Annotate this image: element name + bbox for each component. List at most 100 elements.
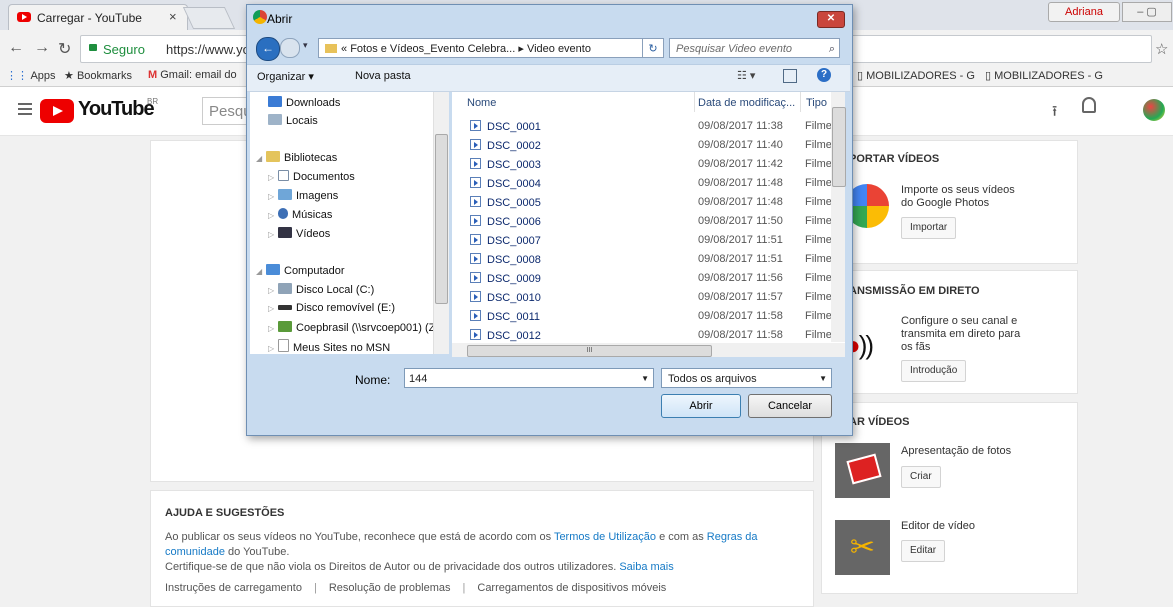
column-separator[interactable] [694,92,695,112]
file-row[interactable]: DSC_0005 [470,196,541,209]
dialog-forward-button[interactable] [280,38,300,58]
upload-instructions-link[interactable]: Instruções de carregamento [165,582,302,594]
mobile-uploads-link[interactable]: Carregamentos de dispositivos móveis [477,582,666,594]
file-list-vscroll-thumb[interactable] [832,107,846,187]
chrome-icon [253,10,267,24]
file-row[interactable]: DSC_0003 [470,158,541,171]
forward-arrow-icon[interactable]: → [34,39,50,57]
breadcrumb-current[interactable]: Video evento [527,43,591,55]
chevron-down-icon[interactable]: ▼ [641,369,649,389]
video-file-icon [470,291,481,302]
bookmark-mobilizadores-1[interactable]: ▯ MOBILIZADORES - G [857,69,975,82]
window-controls[interactable]: – ▢ [1122,2,1172,22]
video-file-icon [470,215,481,226]
file-row[interactable]: DSC_0011 [470,310,540,323]
refresh-icon[interactable]: ↻ [642,38,664,58]
youtube-wordmark[interactable]: YouTube [78,98,155,121]
menu-icon[interactable] [18,103,32,118]
import-card-title: PORTAR VÍDEOS [849,153,940,165]
video-file-icon [470,272,481,283]
intro-button[interactable]: Introdução [901,360,967,382]
nav-scroll-thumb[interactable] [435,134,448,304]
tab-close-icon[interactable]: × [169,9,177,24]
breadcrumb-parent[interactable]: Fotos e Vídeos_Evento Celebra... [350,43,515,55]
organize-button[interactable]: Organizar ▾ [257,70,314,83]
youtube-logo-icon[interactable] [40,99,74,123]
file-type-select[interactable]: Todos os arquivos ▼ [661,368,832,388]
dialog-close-button[interactable]: ✕ [817,11,845,28]
file-row[interactable]: DSC_0001 [470,120,541,133]
video-editor-scissors-icon: ✂ [835,520,890,575]
avatar[interactable] [1143,99,1165,121]
bookmark-mobilizadores-2[interactable]: ▯ MOBILIZADORES - G [985,69,1103,82]
video-file-icon [470,329,481,340]
tree-item-documentos[interactable]: ▷ Documentos [268,170,355,183]
file-date: 09/08/2017 11:51 [698,234,783,246]
file-row[interactable]: DSC_0002 [470,139,541,152]
column-name-header[interactable]: Nome [467,97,496,109]
change-view-icon[interactable]: ☷ ▾ [737,69,755,82]
tree-item-msn[interactable]: ▷ Meus Sites no MSN [268,339,390,354]
tree-item-locais[interactable]: Locais [268,114,318,127]
tree-item-disco-local[interactable]: ▷ Disco Local (C:) [268,283,374,296]
open-button[interactable]: Abrir [661,394,741,418]
tree-item-disco-removivel[interactable]: ▷ Disco removível (E:) [268,302,395,314]
browser-tab[interactable]: Carregar - YouTube × [8,4,188,31]
file-row[interactable]: DSC_0010 [470,291,541,304]
file-type: Filme [805,234,832,246]
terms-link[interactable]: Termos de Utilização [554,531,656,543]
file-row[interactable]: DSC_0006 [470,215,541,228]
tree-item-imagens[interactable]: ▷ Imagens [268,189,338,202]
import-card-desc: Importe os seus vídeos do Google Photos [901,184,1015,209]
tree-item-musicas[interactable]: ▷ Músicas [268,208,332,221]
file-name-input[interactable]: 144 ▼ [404,368,654,388]
help-icon[interactable]: ? [817,68,831,82]
notifications-bell-icon[interactable] [1082,97,1096,113]
file-date: 09/08/2017 11:48 [698,177,783,189]
bookmark-bookmarks[interactable]: ★ Bookmarks [64,69,132,82]
file-type: Filme [805,329,832,341]
slideshow-icon [835,443,890,498]
recent-locations-icon[interactable]: ▾ [303,40,308,51]
upload-icon[interactable]: ⭱ [1052,101,1057,126]
column-date-header[interactable]: Data de modificaç... [698,97,795,109]
bookmark-gmail[interactable]: M Gmail: email do [148,69,237,81]
import-button[interactable]: Importar [901,217,957,239]
path-breadcrumb[interactable]: « Fotos e Vídeos_Evento Celebra... ▸ Vid… [318,38,660,58]
file-row[interactable]: DSC_0007 [470,234,541,247]
file-row[interactable]: DSC_0009 [470,272,541,285]
file-name-label: Nome: [355,373,391,387]
back-arrow-icon[interactable]: ← [8,39,24,57]
dialog-search-input[interactable]: Pesquisar Video evento ⌕ [669,38,840,58]
tree-item-downloads[interactable]: Downloads [268,96,340,109]
learn-more-link[interactable]: Saiba mais [619,561,673,573]
file-date: 09/08/2017 11:51 [698,253,783,265]
tree-item-bibliotecas[interactable]: ◢ Bibliotecas [256,151,337,164]
dialog-back-button[interactable]: ← [256,37,280,61]
video-file-icon [470,177,481,188]
search-icon[interactable]: ⌕ [829,39,835,59]
create-button[interactable]: Criar [901,466,941,488]
preview-pane-icon[interactable] [783,69,797,83]
file-date: 09/08/2017 11:58 [698,329,783,341]
tree-item-coepbrasil[interactable]: ▷ Coepbrasil (\\srvcoep001) (Z [268,321,433,334]
tree-item-computador[interactable]: ◢ Computador [256,264,345,277]
file-row[interactable]: DSC_0004 [470,177,541,190]
bookmark-star-icon[interactable]: ☆ [1155,40,1168,58]
new-folder-button[interactable]: Nova pasta [355,70,411,82]
column-separator[interactable] [800,92,801,112]
file-list-hscroll-thumb[interactable]: III [467,345,712,357]
reload-icon[interactable]: ↻ [58,39,71,59]
column-type-header[interactable]: Tipo [806,97,827,109]
bookmark-apps[interactable]: ⋮⋮ Apps [6,69,56,82]
file-row[interactable]: DSC_0012 [470,329,541,342]
file-type: Filme [805,215,832,227]
chevron-down-icon[interactable]: ▼ [819,369,827,389]
file-type: Filme [805,291,832,303]
file-row[interactable]: DSC_0008 [470,253,541,266]
cancel-button[interactable]: Cancelar [748,394,832,418]
profile-badge[interactable]: Adriana [1048,2,1120,22]
edit-button[interactable]: Editar [901,540,946,562]
tree-item-videos[interactable]: ▷ Vídeos [268,227,330,240]
troubleshooting-link[interactable]: Resolução de problemas [329,582,451,594]
